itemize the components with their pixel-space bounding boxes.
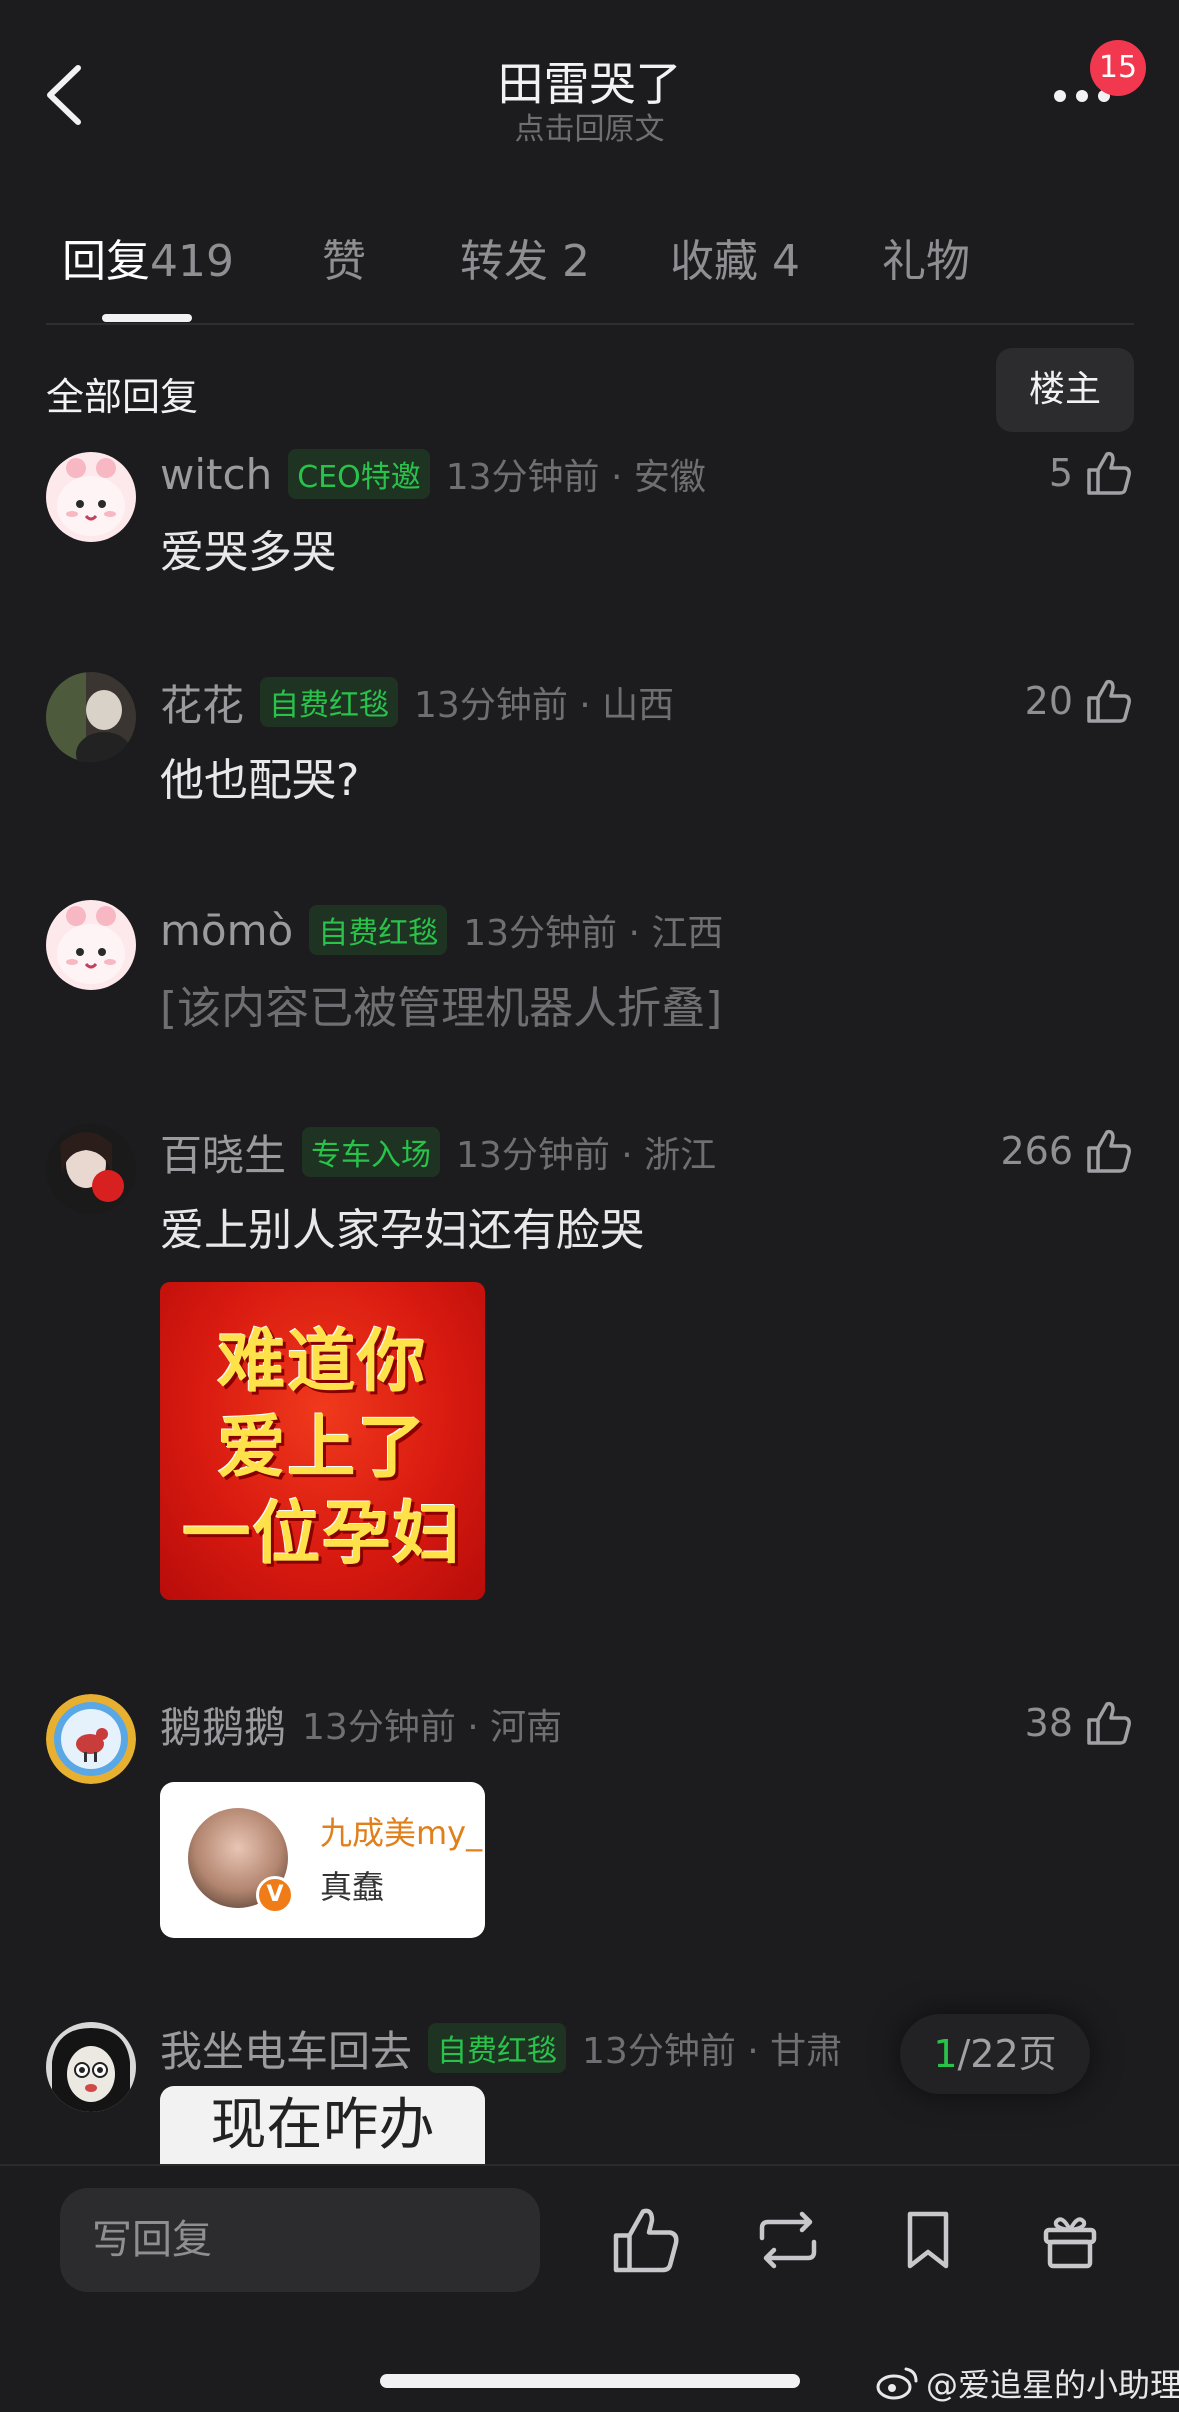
user-tag: 自费红毯 (309, 905, 448, 955)
back-to-original-link[interactable]: 点击回原文 (0, 104, 1179, 148)
like-button[interactable]: 5 (1049, 450, 1133, 496)
gift-icon (1043, 2217, 1097, 2269)
avatar[interactable] (46, 2022, 136, 2112)
tab-count: 2 (562, 236, 590, 287)
pink-cartoon-avatar-icon (46, 900, 136, 990)
user-tag: 专车入场 (302, 1127, 441, 1177)
text-sticker-image[interactable]: 现在咋办 (160, 2086, 485, 2166)
repost-button[interactable] (752, 2204, 824, 2276)
bookmark-button[interactable] (892, 2204, 964, 2276)
tab-reposts[interactable]: 转发 2 (460, 225, 590, 289)
comment-text: 爱上别人家孕妇还有脸哭 (160, 1205, 644, 1256)
like-post-button[interactable] (610, 2204, 682, 2276)
time-location: 13分钟前 · 江西 (463, 913, 724, 954)
tab-label: 回复 (62, 236, 150, 287)
time-location: 13分钟前 · 安徽 (445, 457, 706, 498)
reply-input[interactable]: 写回复 (60, 2188, 540, 2292)
pink-cartoon-avatar-icon (46, 452, 136, 542)
home-indicator (380, 2374, 800, 2388)
tab-label: 赞 (322, 236, 366, 287)
time-location: 13分钟前 · 河南 (302, 1707, 563, 1748)
user-tag: 自费红毯 (260, 677, 399, 727)
comment-meta: witch CEO特邀 13分钟前 · 安徽 (160, 444, 706, 504)
sticker-text-line: 难道你 (217, 1323, 428, 1402)
tab-likes[interactable]: 赞 (322, 225, 366, 289)
page-indicator[interactable]: 1/22页 (900, 2014, 1090, 2094)
folded-comment-text[interactable]: [该内容已被管理机器人折叠] (160, 972, 722, 1036)
verified-badge: V (256, 1876, 294, 1914)
top-header: 田雷哭了 点击回原文 15 (0, 0, 1179, 190)
like-count: 5 (1048, 451, 1073, 495)
tab-label: 礼物 (882, 236, 970, 287)
gift-button[interactable] (1034, 2204, 1106, 2276)
comment-meta: 鹅鹅鹅 13分钟前 · 河南 (160, 1694, 562, 1754)
tab-label: 转发 (460, 236, 548, 287)
card-username: 九成美my_ (320, 1814, 483, 1852)
like-count: 38 (1024, 1701, 1073, 1745)
comment-meta: mōmò 自费红毯 13分钟前 · 江西 (160, 900, 723, 960)
watermark-text: @爱追星的小助理 (926, 2366, 1179, 2404)
tab-gifts[interactable]: 礼物 (882, 225, 970, 289)
thumbs-up-icon (1087, 679, 1131, 723)
username[interactable]: witch (160, 450, 272, 499)
time-location: 13分钟前 · 甘肃 (582, 2031, 843, 2072)
user-tag: 自费红毯 (428, 2023, 567, 2073)
avatar[interactable] (46, 900, 136, 990)
current-page: 1 (933, 2032, 958, 2076)
photo-avatar-icon (46, 672, 136, 762)
thumbs-up-icon (1087, 1129, 1131, 1173)
bookmark-icon (907, 2211, 949, 2269)
sticker-text-line: 一位孕妇 (182, 1495, 463, 1574)
avatar[interactable] (46, 672, 136, 762)
cartoon-bird-avatar-icon (46, 1694, 136, 1784)
tab-divider (46, 323, 1134, 325)
meme-sticker-image[interactable]: 难道你 爱上了 一位孕妇 (160, 1282, 485, 1600)
user-tag: CEO特邀 (288, 449, 430, 499)
time-location: 13分钟前 · 山西 (414, 685, 675, 726)
comment-text: 爱哭多哭 (160, 527, 336, 578)
comment-meta: 我坐电车回去 自费红毯 13分钟前 · 甘肃 (160, 2018, 842, 2078)
time-location: 13分钟前 · 浙江 (456, 1135, 717, 1176)
like-count: 266 (1000, 1129, 1073, 1173)
active-tab-indicator (102, 314, 192, 322)
tab-bar: 回复419 赞 转发 2 收藏 4 礼物 (62, 225, 1162, 295)
tab-label: 收藏 (670, 236, 758, 287)
tab-count: 419 (150, 236, 234, 287)
like-button[interactable]: 38 (1025, 1700, 1133, 1746)
username[interactable]: 我坐电车回去 (160, 2018, 412, 2079)
username[interactable]: mōmò (160, 906, 293, 955)
weibo-logo-icon (876, 2367, 918, 2400)
username[interactable]: 百晓生 (160, 1122, 286, 1183)
username[interactable]: 鹅鹅鹅 (160, 1694, 286, 1755)
tab-replies[interactable]: 回复419 (62, 225, 234, 289)
total-pages: /22页 (957, 2032, 1057, 2076)
thumbs-up-icon (613, 2208, 679, 2273)
notification-badge: 15 (1090, 40, 1146, 96)
card-text: 真蠢 (320, 1868, 385, 1906)
like-button[interactable]: 266 (1000, 1128, 1133, 1174)
like-count: 20 (1024, 679, 1073, 723)
photo-avatar-icon (46, 1124, 136, 1214)
all-replies-title: 全部回复 (46, 375, 199, 419)
sticker-text-line: 爱上了 (217, 1409, 428, 1488)
comment-meta: 花花 自费红毯 13分钟前 · 山西 (160, 672, 674, 732)
comment-text: 他也配哭? (160, 755, 360, 806)
tab-count: 4 (772, 236, 800, 287)
like-button[interactable]: 20 (1025, 678, 1133, 724)
comment-meta: 百晓生 专车入场 13分钟前 · 浙江 (160, 1122, 716, 1182)
username[interactable]: 花花 (160, 672, 244, 733)
thumbs-up-icon (1087, 1701, 1131, 1745)
avatar[interactable] (46, 452, 136, 542)
quoted-user-card[interactable]: V 九成美my_ 真蠢 (160, 1782, 485, 1938)
weibo-watermark: @爱追星的小助理 (876, 2360, 1179, 2406)
avatar[interactable] (46, 1124, 136, 1214)
owner-only-button[interactable]: 楼主 (996, 348, 1134, 432)
repost-icon (759, 2211, 817, 2269)
avatar[interactable] (46, 1694, 136, 1784)
cartoon-face-avatar-icon (46, 2022, 136, 2112)
tab-favorites[interactable]: 收藏 4 (670, 225, 800, 289)
thumbs-up-icon (1087, 451, 1131, 495)
